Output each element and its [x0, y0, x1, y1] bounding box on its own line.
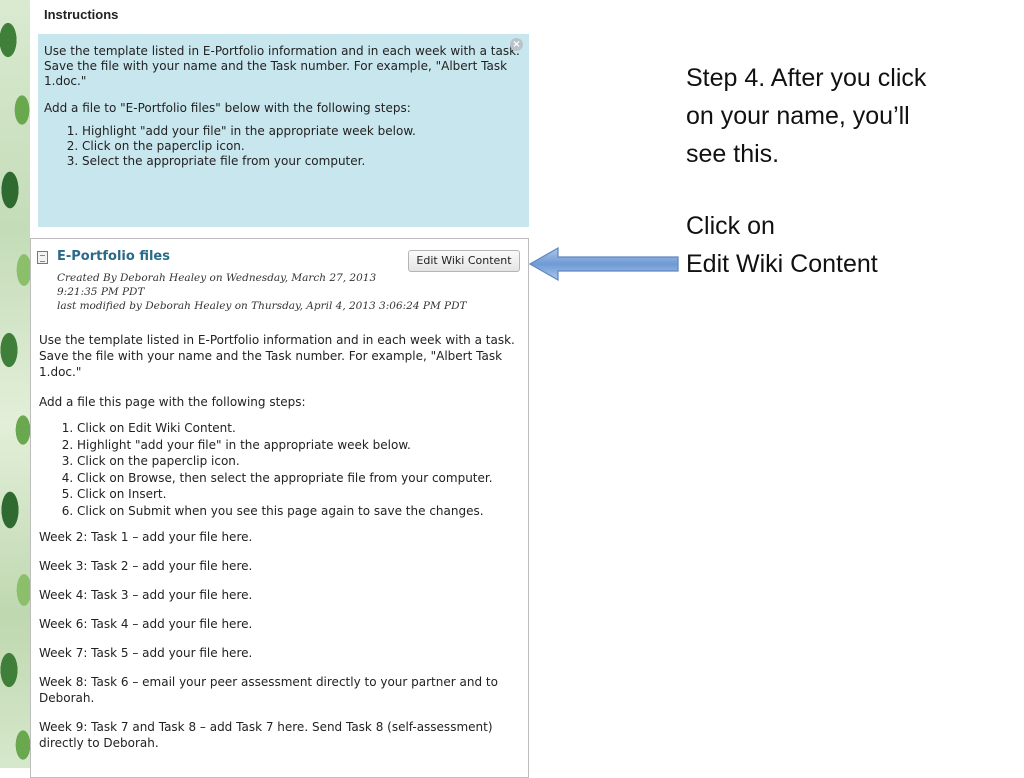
list-item: Click on the paperclip icon.: [77, 453, 524, 470]
step-line: Step 4. After you click: [686, 64, 927, 92]
wiki-steps-list: Click on Edit Wiki Content. Highlight "a…: [39, 420, 524, 519]
list-item: Click on Browse, then select the appropr…: [77, 470, 524, 487]
list-item: Click on the paperclip icon.: [82, 139, 521, 154]
click-instruction-line: Edit Wiki Content: [686, 250, 878, 278]
instructions-heading: Instructions: [44, 7, 119, 22]
list-item: Click on Submit when you see this page a…: [77, 503, 524, 520]
week-entry[interactable]: Week 6: Task 4 – add your file here.: [39, 616, 524, 632]
decorative-leaf-strip: [0, 0, 30, 768]
left-arrow-icon: [528, 246, 679, 282]
created-time-text: 9:21:35 PM PDT: [57, 286, 145, 298]
page-icon: [37, 251, 48, 264]
week-entry[interactable]: Week 9: Task 7 and Task 8 – add Task 7 h…: [39, 719, 524, 751]
wiki-paragraph: Use the template listed in E-Portfolio i…: [39, 333, 515, 379]
wiki-page-panel: E-Portfolio files Edit Wiki Content Crea…: [30, 238, 529, 778]
instructions-steps-list: Highlight "add your file" in the appropr…: [44, 124, 521, 169]
list-item: Select the appropriate file from your co…: [82, 154, 521, 169]
annotation-text: Step 4. After you click on your name, yo…: [686, 59, 996, 283]
instructions-paragraph: Add a file to "E-Portfolio files" below …: [44, 101, 411, 115]
list-item: Click on Edit Wiki Content.: [77, 420, 524, 437]
wiki-content: Use the template listed in E-Portfolio i…: [39, 332, 524, 764]
created-by-text: Created By Deborah Healey on Wednesday, …: [57, 272, 377, 284]
step-line: on your name, you’ll: [686, 102, 910, 130]
wiki-paragraph: Add a file this page with the following …: [39, 395, 306, 409]
week-entry[interactable]: Week 7: Task 5 – add your file here.: [39, 645, 524, 661]
last-modified-text: last modified by Deborah Healey on Thurs…: [57, 300, 467, 312]
close-icon[interactable]: ×: [510, 38, 523, 51]
edit-wiki-content-button[interactable]: Edit Wiki Content: [408, 250, 520, 272]
week-entry[interactable]: Week 8: Task 6 – email your peer assessm…: [39, 674, 524, 706]
wiki-metadata: Created By Deborah Healey on Wednesday, …: [57, 271, 467, 313]
list-item: Highlight "add your file" in the appropr…: [77, 437, 524, 454]
instructions-panel: × Use the template listed in E-Portfolio…: [38, 34, 529, 227]
week-entry[interactable]: Week 3: Task 2 – add your file here.: [39, 558, 524, 574]
week-entry[interactable]: Week 4: Task 3 – add your file here.: [39, 587, 524, 603]
week-entry[interactable]: Week 2: Task 1 – add your file here.: [39, 529, 524, 545]
instructions-paragraph: Use the template listed in E-Portfolio i…: [44, 44, 520, 88]
list-item: Highlight "add your file" in the appropr…: [82, 124, 521, 139]
list-item: Click on Insert.: [77, 486, 524, 503]
step-line: see this.: [686, 140, 780, 168]
click-instruction-line: Click on: [686, 212, 775, 240]
wiki-page-title[interactable]: E-Portfolio files: [57, 249, 170, 264]
